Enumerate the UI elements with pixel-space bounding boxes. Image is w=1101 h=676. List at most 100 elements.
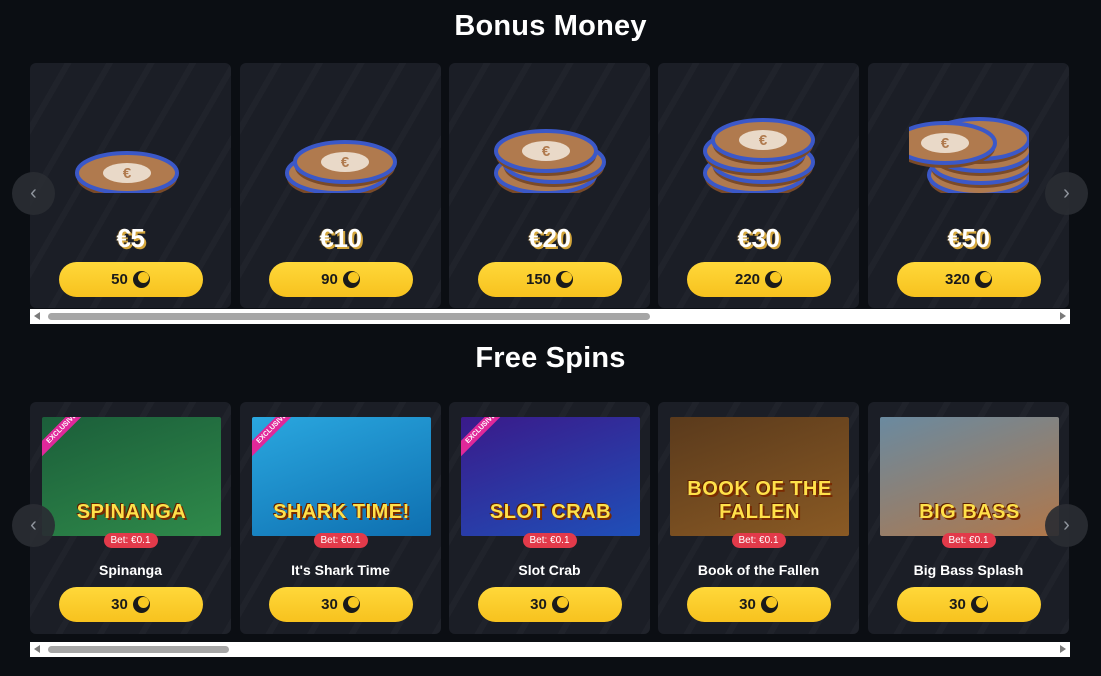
price-value: 90 bbox=[321, 271, 338, 288]
scroll-right-icon[interactable] bbox=[1060, 312, 1066, 320]
game-thumbnail[interactable]: SHARK TIME! EXCLUSIVE bbox=[252, 417, 431, 536]
game-logo: SHARK TIME! bbox=[273, 501, 410, 523]
scroll-left-icon[interactable] bbox=[34, 312, 40, 320]
buy-button[interactable]: 50 bbox=[58, 262, 203, 297]
bet-badge: Bet: €0.1 bbox=[313, 533, 368, 548]
price-value: 30 bbox=[321, 596, 338, 613]
scroll-right-icon[interactable] bbox=[1060, 645, 1066, 653]
coin-image: € bbox=[490, 83, 610, 198]
game-name: Slot Crab bbox=[518, 562, 581, 578]
game-thumbnail[interactable]: BOOK OF THE FALLEN bbox=[670, 417, 849, 536]
chevron-left-icon: ‹ bbox=[30, 514, 37, 536]
coin-image: € bbox=[281, 83, 401, 198]
free-spins-scrollbar[interactable] bbox=[30, 642, 1070, 657]
game-name: Big Bass Splash bbox=[913, 562, 1024, 578]
bonus-next-button[interactable]: › bbox=[1045, 172, 1088, 215]
bonus-card[interactable]: € €10 90 bbox=[240, 63, 441, 308]
euro-glyph: € bbox=[340, 154, 349, 171]
bet-badge: Bet: €0.1 bbox=[522, 533, 577, 548]
free-spins-card[interactable]: SHARK TIME! EXCLUSIVE Bet: €0.1 It's Shark … bbox=[240, 402, 441, 634]
game-name: Book of the Fallen bbox=[697, 562, 820, 578]
bonus-card[interactable]: € €50 320 bbox=[868, 63, 1069, 308]
moon-coin-icon bbox=[975, 271, 993, 288]
game-thumbnail[interactable]: SLOT CRAB EXCLUSIVE bbox=[461, 417, 640, 536]
bonus-card[interactable]: € €5 50 bbox=[30, 63, 231, 308]
price-value: 30 bbox=[949, 596, 966, 613]
buy-button[interactable]: 30 bbox=[58, 587, 203, 622]
buy-button[interactable]: 150 bbox=[477, 262, 622, 297]
coin-stack-icon: € bbox=[892, 117, 1033, 200]
coin-image: € bbox=[699, 83, 819, 198]
bonus-amount: €10 bbox=[319, 223, 362, 253]
coin-stack-icon: € bbox=[702, 118, 815, 198]
scrollbar-thumb[interactable] bbox=[48, 646, 229, 653]
moon-coin-icon bbox=[342, 271, 360, 288]
bonus-card[interactable]: € €20 150 bbox=[449, 63, 650, 308]
bonus-amount: €20 bbox=[528, 223, 571, 253]
game-thumbnail[interactable]: BIG BASS bbox=[880, 417, 1059, 536]
free-spins-card[interactable]: SLOT CRAB EXCLUSIVE Bet: €0.1 Slot Crab 30 bbox=[449, 402, 650, 634]
free-spins-title: Free Spins bbox=[475, 342, 626, 374]
moon-coin-icon bbox=[132, 271, 150, 288]
bonus-amount: €30 bbox=[737, 223, 780, 253]
spins-prev-button[interactable]: ‹ bbox=[12, 504, 55, 547]
buy-button[interactable]: 30 bbox=[477, 587, 622, 622]
moon-coin-icon bbox=[556, 271, 574, 288]
scroll-left-icon[interactable] bbox=[34, 645, 40, 653]
game-logo: BIG BASS bbox=[919, 501, 1020, 523]
spins-next-button[interactable]: › bbox=[1045, 504, 1088, 547]
buy-button[interactable]: 320 bbox=[896, 262, 1041, 297]
bet-badge: Bet: €0.1 bbox=[941, 533, 996, 548]
price-value: 50 bbox=[111, 271, 128, 288]
euro-glyph: € bbox=[541, 143, 550, 160]
game-thumbnail[interactable]: SPINANGA EXCLUSIVE bbox=[42, 417, 221, 536]
free-spins-carousel: SPINANGA EXCLUSIVE Bet: €0.1 Spinanga 30 SHAR… bbox=[30, 402, 1070, 634]
price-value: 30 bbox=[530, 596, 547, 613]
buy-button[interactable]: 30 bbox=[896, 587, 1041, 622]
scrollbar-thumb[interactable] bbox=[48, 313, 650, 320]
exclusive-ribbon: EXCLUSIVE bbox=[461, 417, 514, 461]
exclusive-ribbon: EXCLUSIVE bbox=[42, 417, 95, 461]
price-value: 220 bbox=[734, 271, 761, 288]
game-logo: SLOT CRAB bbox=[489, 501, 612, 523]
bet-badge: Bet: €0.1 bbox=[731, 533, 786, 548]
euro-glyph: € bbox=[758, 132, 767, 149]
game-name: Spinanga bbox=[98, 562, 162, 578]
price-value: 320 bbox=[944, 271, 971, 288]
coin-stack-icon: € bbox=[493, 129, 606, 198]
moon-coin-icon bbox=[342, 596, 360, 613]
euro-glyph: € bbox=[940, 135, 949, 152]
bonus-money-scrollbar[interactable] bbox=[30, 309, 1070, 324]
buy-button[interactable]: 30 bbox=[686, 587, 831, 622]
price-value: 30 bbox=[739, 596, 756, 613]
coin-stack-icon: € bbox=[284, 140, 397, 198]
bonus-money-title: Bonus Money bbox=[454, 10, 647, 42]
bonus-card[interactable]: € €30 220 bbox=[658, 63, 859, 308]
buy-button[interactable]: 90 bbox=[268, 262, 413, 297]
free-spins-card[interactable]: BOOK OF THE FALLEN Bet: €0.1 Book of the F… bbox=[658, 402, 859, 634]
bonus-amount: €5 bbox=[116, 223, 145, 253]
moon-coin-icon bbox=[132, 596, 150, 613]
moon-coin-icon bbox=[760, 596, 778, 613]
price-value: 30 bbox=[111, 596, 128, 613]
bonus-prev-button[interactable]: ‹ bbox=[12, 172, 55, 215]
moon-coin-icon bbox=[970, 596, 988, 613]
exclusive-ribbon: EXCLUSIVE bbox=[252, 417, 305, 461]
game-logo: SPINANGA bbox=[76, 501, 187, 523]
bet-badge: Bet: €0.1 bbox=[103, 533, 158, 548]
moon-coin-icon bbox=[765, 271, 783, 288]
buy-button[interactable]: 220 bbox=[686, 262, 831, 297]
coin-image: € bbox=[892, 83, 1033, 200]
game-logo: BOOK OF THE FALLEN bbox=[687, 478, 832, 523]
euro-glyph: € bbox=[122, 165, 131, 182]
free-spins-card[interactable]: BIG BASS Bet: €0.1 Big Bass Splash 30 bbox=[868, 402, 1069, 634]
bonus-amount: €50 bbox=[947, 223, 990, 253]
buy-button[interactable]: 30 bbox=[268, 587, 413, 622]
chevron-right-icon: › bbox=[1063, 514, 1070, 536]
coin-image: € bbox=[71, 83, 191, 198]
game-name: It's Shark Time bbox=[291, 562, 390, 578]
coin-stack-icon: € bbox=[74, 151, 179, 198]
free-spins-card[interactable]: SPINANGA EXCLUSIVE Bet: €0.1 Spinanga 30 bbox=[30, 402, 231, 634]
moon-coin-icon bbox=[551, 596, 569, 613]
chevron-left-icon: ‹ bbox=[30, 182, 37, 204]
